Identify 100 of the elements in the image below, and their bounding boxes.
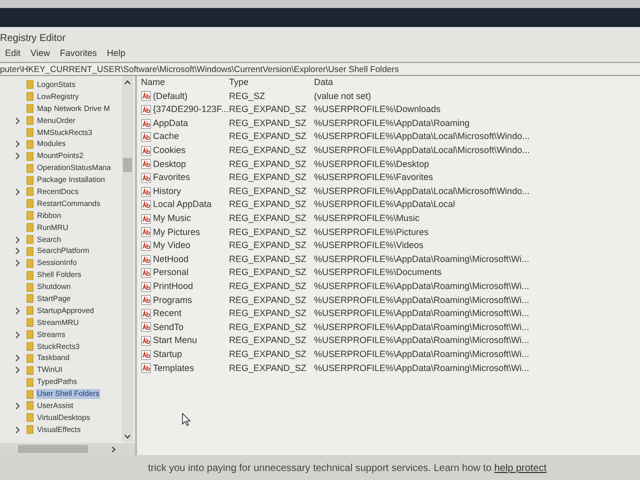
table-cell: REG_EXPAND_SZ — [229, 362, 306, 373]
table-cell-text: Desktop — [153, 158, 186, 171]
table-cell: REG_EXPAND_SZ — [229, 294, 306, 305]
table-cell-text: Recent — [153, 307, 182, 320]
string-value-icon — [141, 240, 151, 251]
table-cell: %USERPROFILE%\AppData\Roaming\Microsoft\Wi... — [314, 348, 530, 359]
table-cell: %USERPROFILE%\AppData\Local\Microsoft\Windo... — [314, 145, 530, 156]
menu-item[interactable]: Favorites — [60, 47, 97, 62]
column-header[interactable]: Type — [229, 77, 249, 88]
table-cell: %USERPROFILE%\AppData\Roaming\Microsoft\Wi... — [314, 280, 530, 291]
table-cell: %USERPROFILE%\AppData\Roaming\Microsoft\Wi... — [314, 335, 530, 346]
string-value-icon — [141, 268, 151, 278]
scroll-down-icon[interactable] — [124, 434, 131, 439]
string-value-icon — [141, 308, 151, 319]
window-title: Registry Editor — [0, 33, 66, 44]
table-cell: REG_EXPAND_SZ — [229, 172, 306, 182]
string-value-icon — [141, 104, 151, 115]
string-value-icon — [141, 282, 151, 292]
table-cell: REG_EXPAND_SZ — [229, 158, 306, 169]
table-cell-text: Personal — [153, 266, 189, 280]
menu-item[interactable]: View — [30, 47, 50, 62]
scroll-right-icon[interactable] — [111, 446, 116, 453]
table-cell: REG_EXPAND_SZ — [229, 254, 306, 264]
table-cell: REG_EXPAND_SZ — [229, 118, 306, 128]
table-cell: %USERPROFILE%\AppData\Local\Microsoft\Windo... — [314, 131, 530, 142]
table-cell-text: AppData — [153, 116, 188, 130]
table-cell: %USERPROFILE%\AppData\Roaming — [314, 118, 470, 128]
string-value-icon — [141, 350, 151, 360]
string-value-icon — [141, 363, 151, 374]
table-cell: REG_EXPAND_SZ — [229, 212, 306, 223]
table-cell-text: My Music — [153, 212, 191, 225]
table-cell-text: {374DE290-123F... — [153, 103, 229, 116]
string-value-icon — [141, 186, 151, 197]
table-cell: (value not set) — [314, 90, 372, 101]
table-cell-text: My Video — [153, 239, 190, 252]
table-cell-text: Start Menu — [153, 334, 198, 348]
string-value-icon — [141, 254, 151, 265]
table-cell: REG_EXPAND_SZ — [229, 240, 306, 250]
table-cell: %USERPROFILE%\AppData\Local\Microsoft\Windo... — [314, 186, 530, 196]
table-cell-text: My Pictures — [153, 226, 200, 239]
table-cell: REG_EXPAND_SZ — [229, 131, 306, 142]
scroll-up-icon[interactable] — [124, 80, 131, 85]
table-cell: REG_EXPAND_SZ — [229, 348, 306, 359]
table-cell: REG_SZ — [229, 90, 266, 101]
horizontal-scrollbar[interactable] — [0, 443, 135, 455]
string-value-icon — [141, 322, 151, 332]
help-link[interactable]: help protect — [494, 463, 547, 474]
table-cell-text: PrintHood — [153, 280, 194, 293]
table-cell: REG_EXPAND_SZ — [229, 104, 306, 114]
table-cell: REG_EXPAND_SZ — [229, 199, 306, 210]
table-cell: REG_EXPAND_SZ — [229, 280, 306, 291]
string-value-icon — [141, 159, 151, 170]
table-cell: REG_EXPAND_SZ — [229, 226, 306, 237]
table-cell-text: Programs — [153, 294, 192, 307]
table-cell: %USERPROFILE%\Downloads — [314, 104, 441, 114]
string-value-icon — [141, 146, 151, 156]
table-cell: %USERPROFILE%\AppData\Roaming\Microsoft\Wi... — [314, 294, 530, 305]
table-cell: %USERPROFILE%\AppData\Roaming\Microsoft\Wi... — [314, 254, 530, 264]
string-value-icon — [141, 227, 151, 238]
table-cell: %USERPROFILE%\Music — [314, 212, 420, 223]
string-value-icon — [141, 200, 151, 210]
table-cell: %USERPROFILE%\Videos — [314, 240, 424, 250]
table-cell-text: Favorites — [153, 171, 190, 184]
string-value-icon — [141, 172, 151, 183]
table-cell: %USERPROFILE%\Desktop — [314, 158, 430, 169]
string-value-icon — [141, 91, 151, 102]
string-value-icon — [141, 118, 151, 129]
table-cell: REG_EXPAND_SZ — [229, 186, 306, 196]
table-cell-text: NetHood — [153, 252, 189, 266]
table-cell: %USERPROFILE%\Documents — [314, 267, 442, 278]
table-cell: %USERPROFILE%\AppData\Local — [314, 199, 456, 210]
table-cell-text: Local AppData — [153, 198, 212, 212]
table-cell: REG_EXPAND_SZ — [229, 308, 306, 318]
table-cell: REG_EXPAND_SZ — [229, 267, 306, 278]
table-cell: REG_EXPAND_SZ — [229, 145, 306, 156]
string-value-icon — [141, 132, 151, 142]
mouse-pointer-icon — [182, 413, 191, 426]
menu-item[interactable]: Edit — [5, 47, 21, 62]
table-cell-text: SendTo — [153, 320, 184, 334]
vertical-scrollbar[interactable] — [122, 76, 133, 442]
menu-item[interactable]: Help — [106, 47, 126, 62]
notice-text: trick you into paying for unnecessary technical support services. Learn how to help protect — [148, 463, 547, 474]
table-cell: %USERPROFILE%\AppData\Roaming\Microsoft\Wi... — [314, 322, 530, 332]
table-cell-text: Startup — [153, 348, 182, 361]
table-cell: %USERPROFILE%\AppData\Roaming\Microsoft\Wi... — [314, 308, 530, 318]
column-header[interactable]: Data — [314, 77, 334, 88]
table-cell: REG_EXPAND_SZ — [229, 322, 306, 332]
table-cell-text: History — [153, 184, 182, 198]
string-value-icon — [141, 336, 151, 346]
table-cell-text: Cookies — [153, 144, 186, 158]
string-value-icon — [141, 214, 151, 224]
table-cell: %USERPROFILE%\Pictures — [314, 226, 429, 237]
table-cell-text: Cache — [153, 130, 180, 144]
table-cell: REG_EXPAND_SZ — [229, 335, 306, 346]
string-value-icon — [141, 295, 151, 306]
table-cell-text: Templates — [153, 362, 194, 375]
table-cell: %USERPROFILE%\Favorites — [314, 172, 434, 182]
column-header[interactable]: Name — [141, 76, 166, 90]
table-cell: %USERPROFILE%\AppData\Roaming\Microsoft\Wi... — [314, 362, 530, 373]
table-cell-text: (Default) — [153, 90, 188, 103]
